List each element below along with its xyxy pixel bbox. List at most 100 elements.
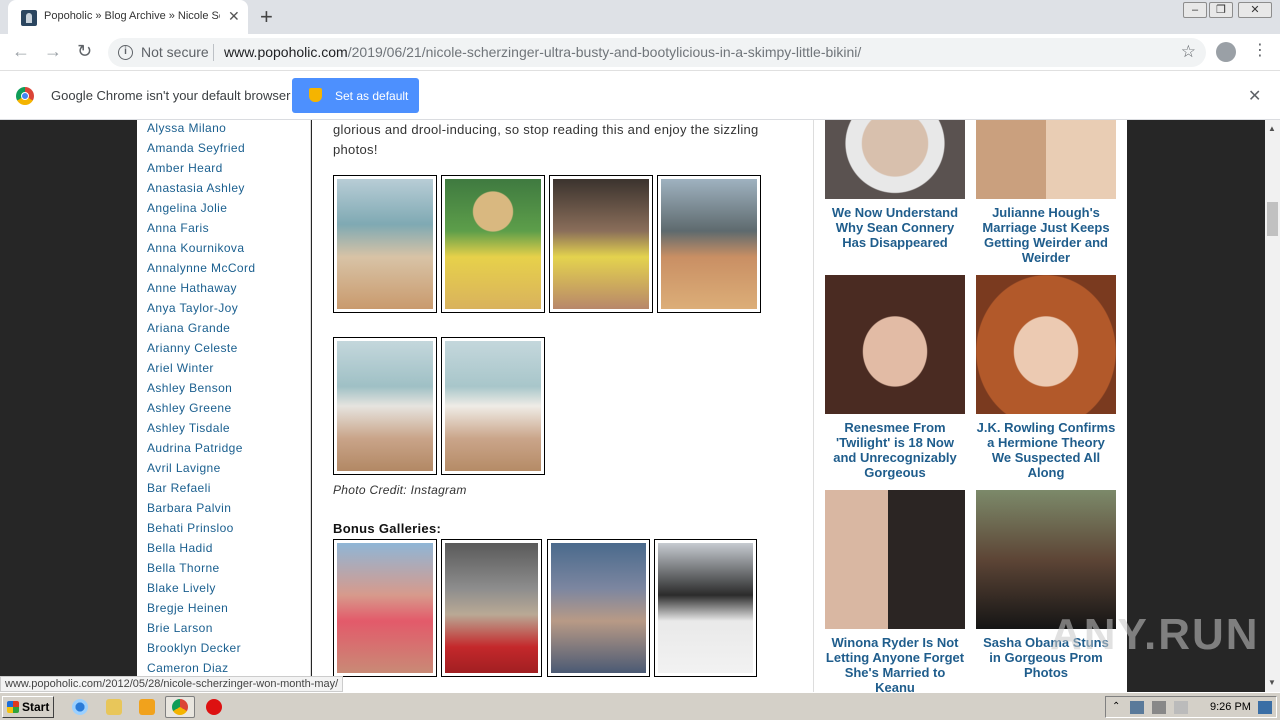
sidebar-celebrity-link[interactable]: Anne Hathaway — [147, 281, 237, 295]
sidebar-celebrity-link[interactable]: Amanda Seyfried — [147, 141, 245, 155]
network-icon[interactable] — [1130, 701, 1144, 714]
sidebar-celebrity-link[interactable]: Blake Lively — [147, 581, 216, 595]
thumbnail-image — [658, 543, 753, 673]
infobar-close-icon[interactable]: ✕ — [1248, 86, 1261, 106]
chrome-menu-icon[interactable]: ⋮ — [1252, 40, 1268, 60]
sidebar-celebrity-link[interactable]: Anya Taylor-Joy — [147, 301, 238, 315]
tray-expand-icon[interactable]: ⌃ — [1112, 701, 1126, 714]
celebrity-sidebar: Alyssa Milano Amanda Seyfried Amber Heard A… — [137, 120, 311, 692]
thumbnail-image — [553, 179, 649, 309]
sidebar-celebrity-link[interactable]: Ashley Tisdale — [147, 421, 230, 435]
gallery-thumbnail[interactable] — [441, 337, 545, 475]
scrollbar-thumb[interactable] — [1267, 202, 1278, 236]
info-icon[interactable]: i — [118, 45, 133, 60]
sidebar-celebrity-link[interactable]: Behati Prinsloo — [147, 521, 234, 535]
internet-explorer-icon[interactable] — [72, 699, 88, 715]
chrome-taskbar-button[interactable] — [165, 696, 195, 718]
sidebar-celebrity-link[interactable]: Anastasia Ashley — [147, 181, 245, 195]
bonus-gallery-thumbnail[interactable] — [547, 539, 650, 677]
ad-image — [825, 275, 965, 414]
thumbnail-image — [337, 179, 433, 309]
url-text[interactable]: www.popoholic.com/2019/06/21/nicole-sche… — [224, 44, 861, 60]
new-tab-button[interactable]: + — [260, 4, 273, 30]
reload-icon[interactable]: ↻ — [77, 41, 92, 62]
restore-button[interactable]: ❐ — [1209, 2, 1233, 18]
sidebar-celebrity-link[interactable]: Ashley Benson — [147, 381, 232, 395]
show-desktop-icon[interactable] — [1258, 701, 1272, 714]
sidebar-celebrity-link[interactable]: Angelina Jolie — [147, 201, 227, 215]
ad-caption[interactable]: We Now Understand Why Sean Connery Has D… — [825, 205, 965, 250]
ad-caption[interactable]: J.K. Rowling Confirms a Hermione Theory … — [976, 420, 1116, 480]
action-center-flag-icon[interactable] — [1174, 701, 1188, 714]
sidebar-celebrity-link[interactable]: Annalynne McCord — [147, 261, 255, 275]
sidebar-celebrity-link[interactable]: Audrina Patridge — [147, 441, 243, 455]
address-bar[interactable]: i Not secure www.popoholic.com/2019/06/2… — [108, 38, 1206, 67]
ad-caption[interactable]: Renesmee From 'Twilight' is 18 Now and U… — [825, 420, 965, 480]
start-label: Start — [22, 700, 50, 714]
sidebar-celebrity-link[interactable]: Arianny Celeste — [147, 341, 238, 355]
volume-icon[interactable] — [1152, 701, 1166, 714]
windows-logo-icon — [7, 701, 19, 713]
ad-card[interactable]: Winona Ryder Is Not Letting Anyone Forge… — [825, 490, 965, 692]
sidebar-celebrity-link[interactable]: Anna Kournikova — [147, 241, 244, 255]
sidebar-celebrity-link[interactable]: Bella Thorne — [147, 561, 220, 575]
ad-image — [976, 490, 1116, 629]
browser-tab[interactable]: Popoholic » Blog Archive » Nicole Scherz… — [8, 0, 248, 34]
sidebar-celebrity-link[interactable]: Ariana Grande — [147, 321, 230, 335]
alert-app-icon[interactable] — [206, 699, 222, 715]
infobar-message: Google Chrome isn't your default browser — [51, 88, 291, 103]
browser-toolbar: ← → ↻ i Not secure www.popoholic.com/201… — [0, 34, 1280, 71]
ad-card[interactable]: J.K. Rowling Confirms a Hermione Theory … — [976, 275, 1116, 480]
ad-card[interactable]: We Now Understand Why Sean Connery Has D… — [825, 120, 965, 250]
ad-card[interactable]: Renesmee From 'Twilight' is 18 Now and U… — [825, 275, 965, 480]
ad-caption[interactable]: Winona Ryder Is Not Letting Anyone Forge… — [825, 635, 965, 692]
scroll-down-arrow-icon[interactable]: ▼ — [1268, 678, 1276, 687]
bookmark-star-icon[interactable]: ☆ — [1181, 42, 1196, 62]
ad-card[interactable]: Julianne Hough's Marriage Just Keeps Get… — [976, 120, 1116, 265]
default-browser-infobar: Google Chrome isn't your default browser… — [0, 71, 1280, 120]
gallery-thumbnail[interactable] — [441, 175, 545, 313]
ad-caption[interactable]: Julianne Hough's Marriage Just Keeps Get… — [976, 205, 1116, 265]
sidebar-celebrity-link[interactable]: Avril Lavigne — [147, 461, 221, 475]
chrome-logo-icon — [16, 87, 34, 105]
sidebar-celebrity-link[interactable]: Bella Hadid — [147, 541, 213, 555]
folder-icon[interactable] — [106, 699, 122, 715]
set-as-default-button[interactable]: Set as default — [292, 78, 419, 113]
back-arrow-icon[interactable]: ← — [12, 41, 30, 62]
sidebar-celebrity-link[interactable]: Alyssa Milano — [147, 121, 226, 135]
gallery-thumbnail[interactable] — [657, 175, 761, 313]
page-scrollbar[interactable]: ▲ ▼ — [1265, 120, 1280, 692]
sidebar-celebrity-link[interactable]: Bregje Heinen — [147, 601, 228, 615]
system-tray: ⌃ 9:26 PM — [1105, 696, 1277, 718]
sidebar-celebrity-link[interactable]: Amber Heard — [147, 161, 223, 175]
profile-avatar-icon[interactable] — [1216, 42, 1236, 62]
sidebar-celebrity-link[interactable]: Anna Faris — [147, 221, 209, 235]
gallery-thumbnail[interactable] — [333, 175, 437, 313]
sidebar-celebrity-link[interactable]: Brooklyn Decker — [147, 641, 241, 655]
window-close-button[interactable]: ✕ — [1238, 2, 1272, 18]
sidebar-celebrity-link[interactable]: Cameron Diaz — [147, 661, 229, 675]
forward-arrow-icon[interactable]: → — [44, 41, 62, 62]
minimize-button[interactable]: – — [1183, 2, 1207, 18]
sidebar-celebrity-link[interactable]: Bar Refaeli — [147, 481, 211, 495]
scroll-up-arrow-icon[interactable]: ▲ — [1268, 124, 1276, 133]
web-page: Alyssa Milano Amanda Seyfried Amber Heard A… — [0, 120, 1265, 692]
media-player-icon[interactable] — [139, 699, 155, 715]
start-button[interactable]: Start — [2, 696, 54, 718]
sidebar-celebrity-link[interactable]: Ariel Winter — [147, 361, 214, 375]
bonus-gallery-thumbnail[interactable] — [333, 539, 437, 677]
bonus-gallery-thumbnail[interactable] — [441, 539, 542, 677]
ad-image — [976, 120, 1116, 199]
sponsored-ads-column: We Now Understand Why Sean Connery Has D… — [813, 120, 1127, 692]
gallery-thumbnail[interactable] — [549, 175, 653, 313]
sidebar-celebrity-link[interactable]: Brie Larson — [147, 621, 213, 635]
bonus-gallery-thumbnail[interactable] — [654, 539, 757, 677]
tab-close-icon[interactable]: ✕ — [228, 8, 240, 25]
sidebar-celebrity-link[interactable]: Ashley Greene — [147, 401, 232, 415]
taskbar-clock[interactable]: 9:26 PM — [1210, 701, 1251, 713]
sidebar-celebrity-link[interactable]: Barbara Palvin — [147, 501, 231, 515]
thumbnail-image — [337, 543, 433, 673]
thumbnail-image — [661, 179, 757, 309]
gallery-thumbnail[interactable] — [333, 337, 437, 475]
security-label[interactable]: Not secure — [141, 44, 209, 60]
